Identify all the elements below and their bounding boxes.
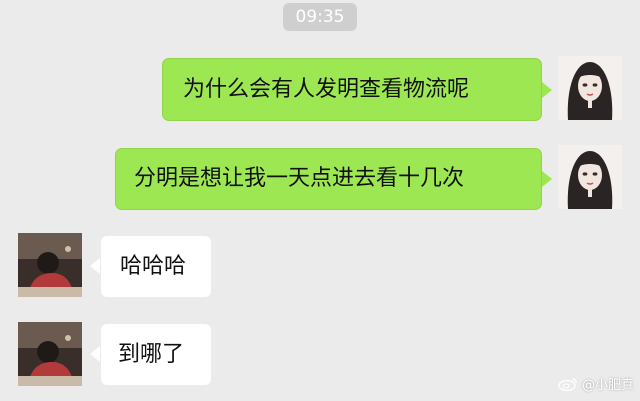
own-avatar[interactable] (558, 145, 622, 209)
message-text: 到哪了 (118, 342, 185, 367)
message-text: 为什么会有人发明查看物流呢 (183, 77, 470, 102)
message-timestamp: 09:35 (283, 3, 357, 31)
bubble-tail (542, 171, 552, 187)
weibo-logo-icon (558, 377, 578, 391)
contact-avatar[interactable] (18, 322, 82, 386)
sent-message-bubble[interactable]: 分明是想让我一天点进去看十几次 (115, 148, 542, 210)
received-message-bubble[interactable]: 哈哈哈 (100, 235, 212, 298)
own-avatar[interactable] (558, 56, 622, 120)
sent-message-bubble[interactable]: 为什么会有人发明查看物流呢 (162, 58, 542, 121)
weibo-watermark: @小肥真 (558, 374, 634, 393)
watermark-text: @小肥真 (581, 378, 634, 393)
bubble-tail (90, 258, 100, 274)
contact-avatar[interactable] (18, 233, 82, 297)
bubble-tail (90, 346, 100, 362)
chat-window: 09:35 为什么会有人发明查看物流呢 分明是想让我一天点进去看十几次 哈哈哈 … (0, 0, 640, 401)
message-text: 分明是想让我一天点进去看十几次 (134, 166, 465, 191)
message-text: 哈哈哈 (120, 254, 187, 279)
bubble-tail (542, 82, 552, 98)
received-message-bubble[interactable]: 到哪了 (100, 323, 212, 386)
